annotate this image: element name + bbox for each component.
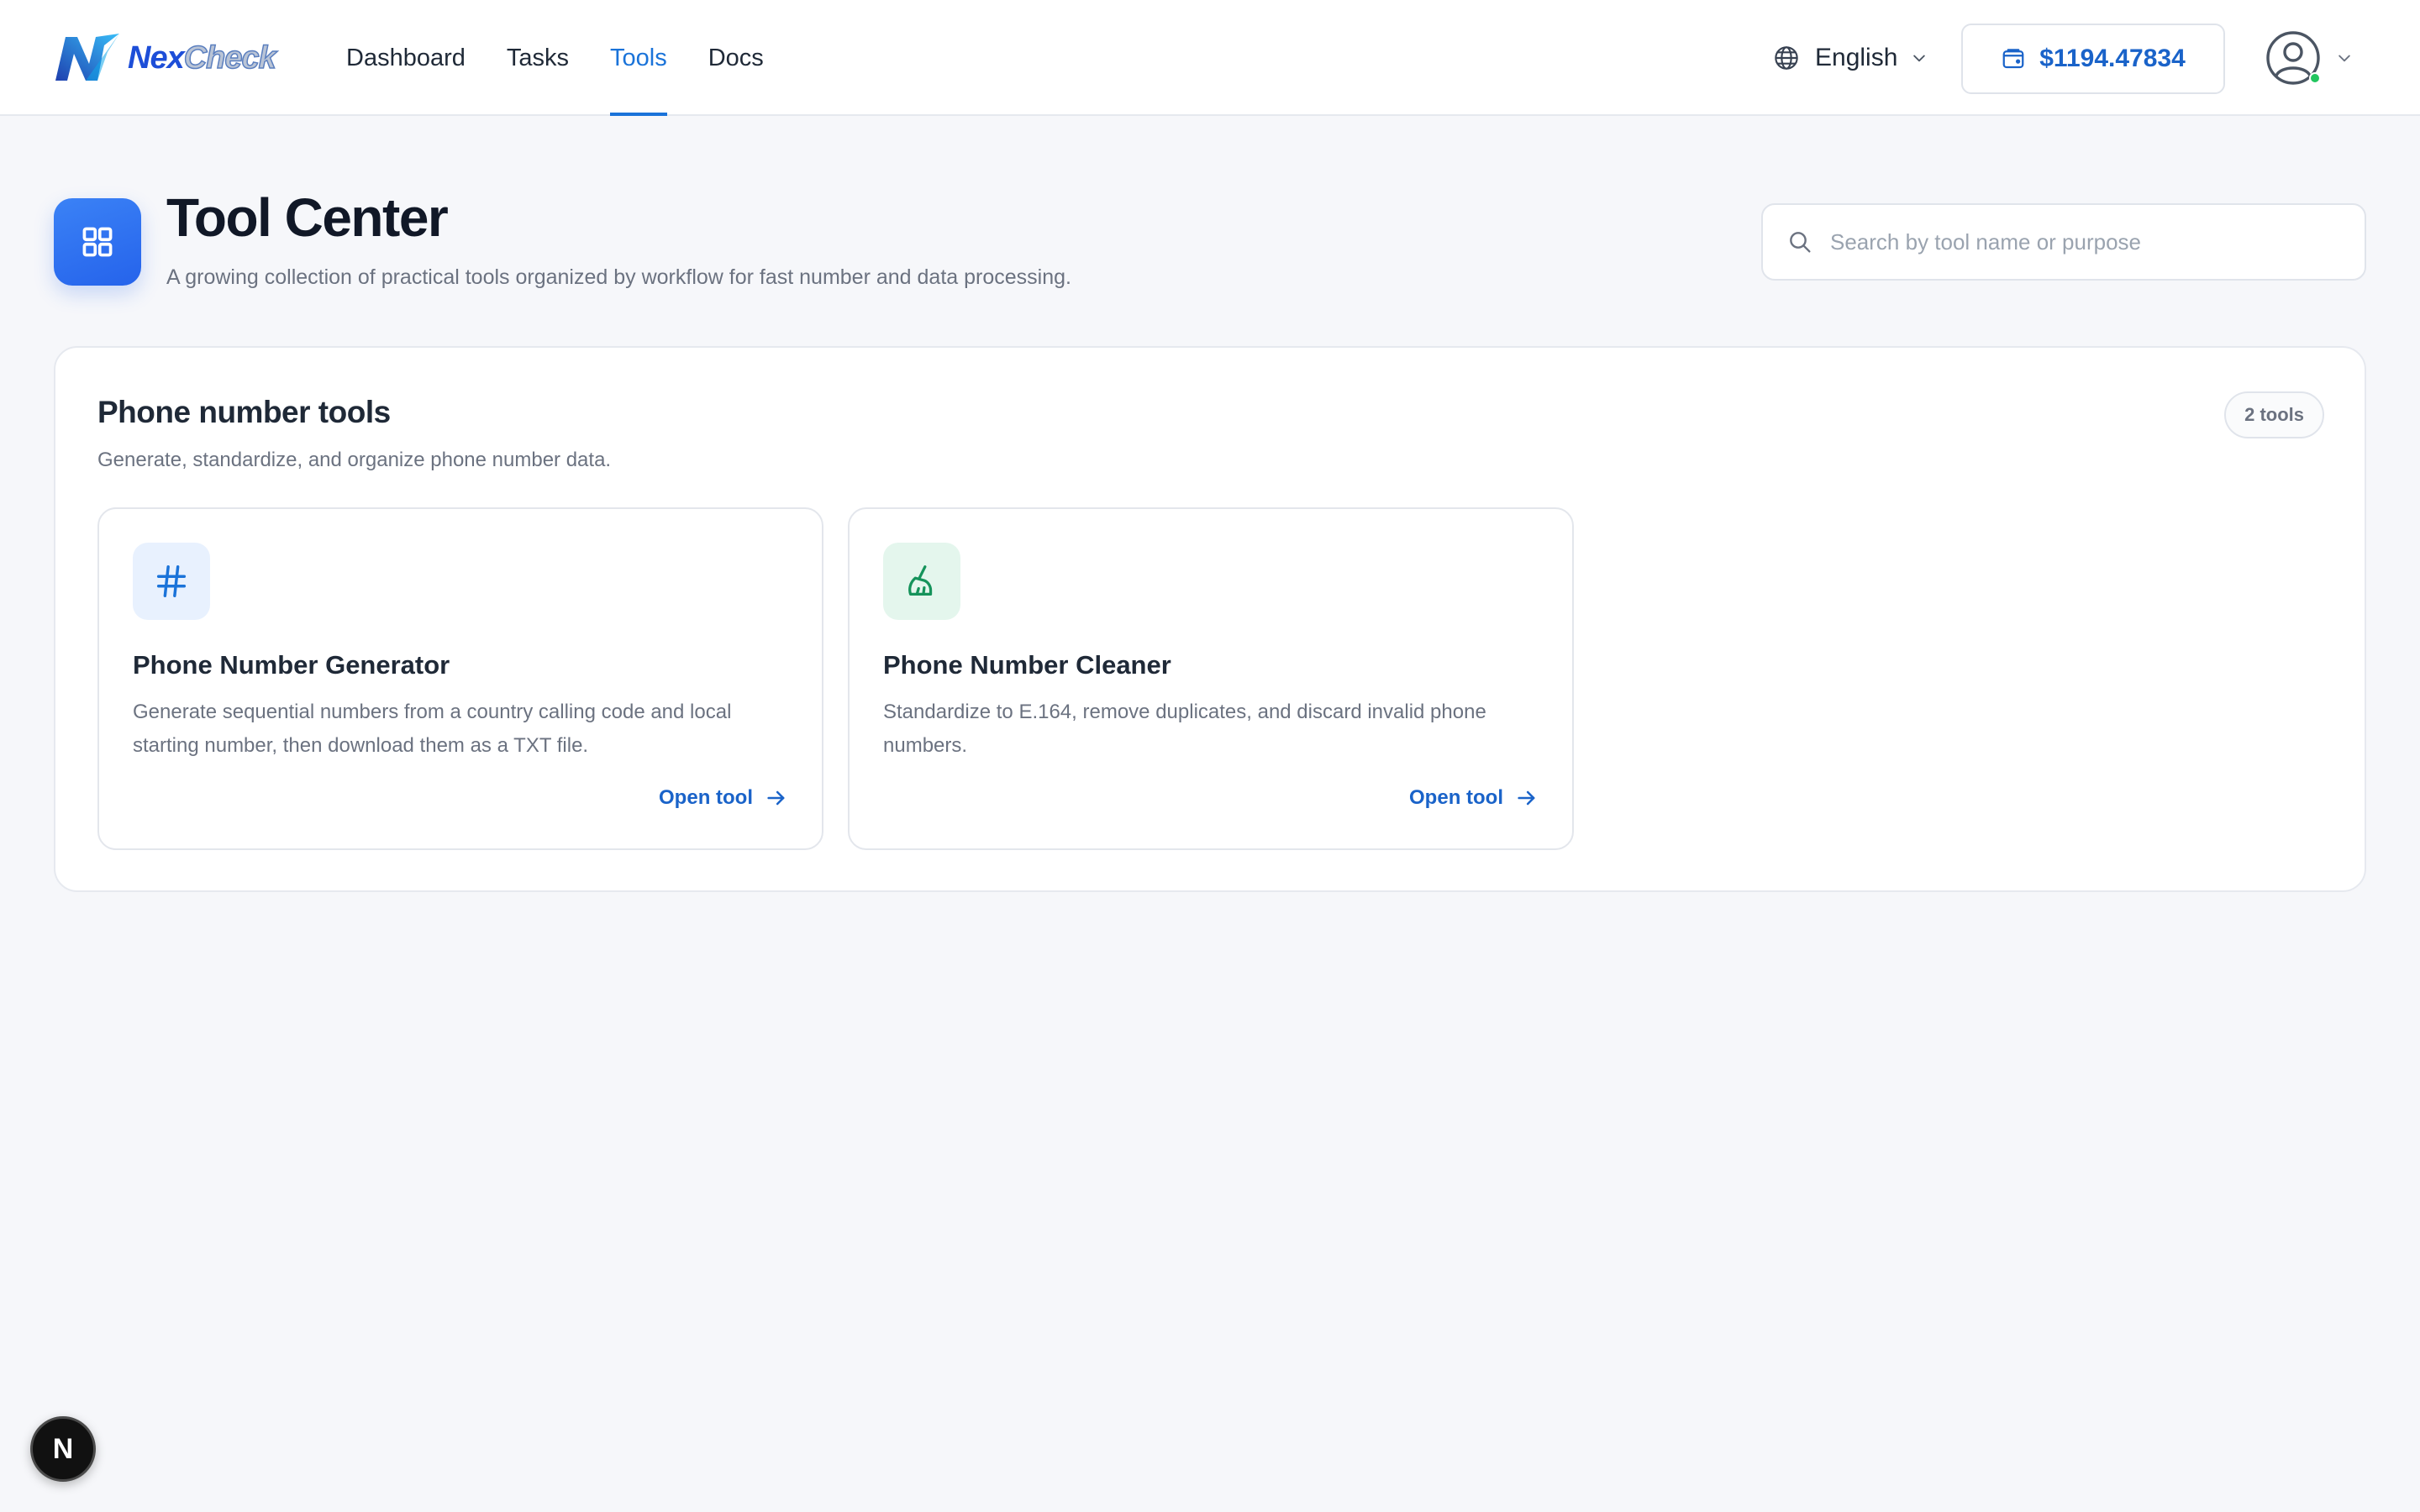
wallet-icon <box>2002 49 2024 69</box>
card-icon-tile <box>133 543 210 620</box>
page-subtitle: A growing collection of practical tools … <box>166 265 1071 289</box>
tool-center-badge <box>54 198 141 286</box>
card-description: Standardize to E.164, remove duplicates,… <box>883 701 1486 757</box>
logo-mark-icon <box>55 34 119 81</box>
chevron-down-icon <box>1913 55 1926 62</box>
arrow-right-icon <box>1518 790 1535 806</box>
nexcheck-logo[interactable]: NexCheck <box>52 32 277 84</box>
badge-letter: N <box>52 1432 74 1465</box>
tool-card-phone-number-cleaner[interactable]: Phone Number Cleaner Standardize to E.16… <box>848 507 1574 850</box>
page-title: Tool Center <box>166 187 449 248</box>
nav-item-dashboard[interactable]: Dashboard <box>346 0 466 116</box>
tool-card-phone-number-generator[interactable]: Phone Number Generator Generate sequenti… <box>97 507 823 850</box>
globe-icon <box>1775 46 1798 70</box>
brand-prefix: Nex <box>128 39 185 76</box>
dev-tools-badge[interactable]: N <box>30 1416 96 1482</box>
top-navigation-bar: NexCheck Dashboard Tasks Tools Docs Engl… <box>0 0 2420 116</box>
card-description: Generate sequential numbers from a count… <box>133 701 732 757</box>
brand-name: NexCheck <box>128 39 277 76</box>
language-label: English <box>1815 44 1898 71</box>
hash-icon <box>156 565 187 597</box>
balance-amount: $1194.47834 <box>2039 45 2186 72</box>
balance-button[interactable]: $1194.47834 <box>1961 24 2225 94</box>
broom-icon <box>908 565 933 596</box>
search-input[interactable] <box>1830 228 2334 255</box>
open-tool-label: Open tool <box>1409 786 1503 809</box>
online-status-dot <box>2309 72 2321 84</box>
main-nav: Dashboard Tasks Tools Docs <box>346 0 805 116</box>
open-tool-label: Open tool <box>659 786 753 809</box>
section-title: Phone number tools <box>97 395 391 429</box>
section-subtitle: Generate, standardize, and organize phon… <box>97 449 612 471</box>
language-selector[interactable]: English <box>1773 39 1928 77</box>
user-menu[interactable] <box>2265 30 2353 86</box>
phone-number-tools-section: Phone number tools Generate, standardize… <box>54 346 2366 892</box>
arrow-right-icon <box>767 790 785 806</box>
nav-item-tasks[interactable]: Tasks <box>507 0 569 116</box>
card-title: Phone Number Cleaner <box>883 650 1171 680</box>
card-icon-tile <box>883 543 960 620</box>
chevron-down-icon <box>2338 55 2350 62</box>
tool-count-badge: 2 tools <box>2224 391 2324 438</box>
open-tool-link[interactable]: Open tool <box>659 786 788 810</box>
brand-suffix: Check <box>183 39 277 76</box>
nav-item-docs[interactable]: Docs <box>708 0 764 116</box>
grid-icon <box>82 227 113 257</box>
tool-search-box[interactable] <box>1761 203 2366 281</box>
card-title: Phone Number Generator <box>133 650 450 680</box>
open-tool-link[interactable]: Open tool <box>1409 786 1539 810</box>
nav-item-tools[interactable]: Tools <box>610 0 667 116</box>
search-icon <box>1790 232 1811 253</box>
